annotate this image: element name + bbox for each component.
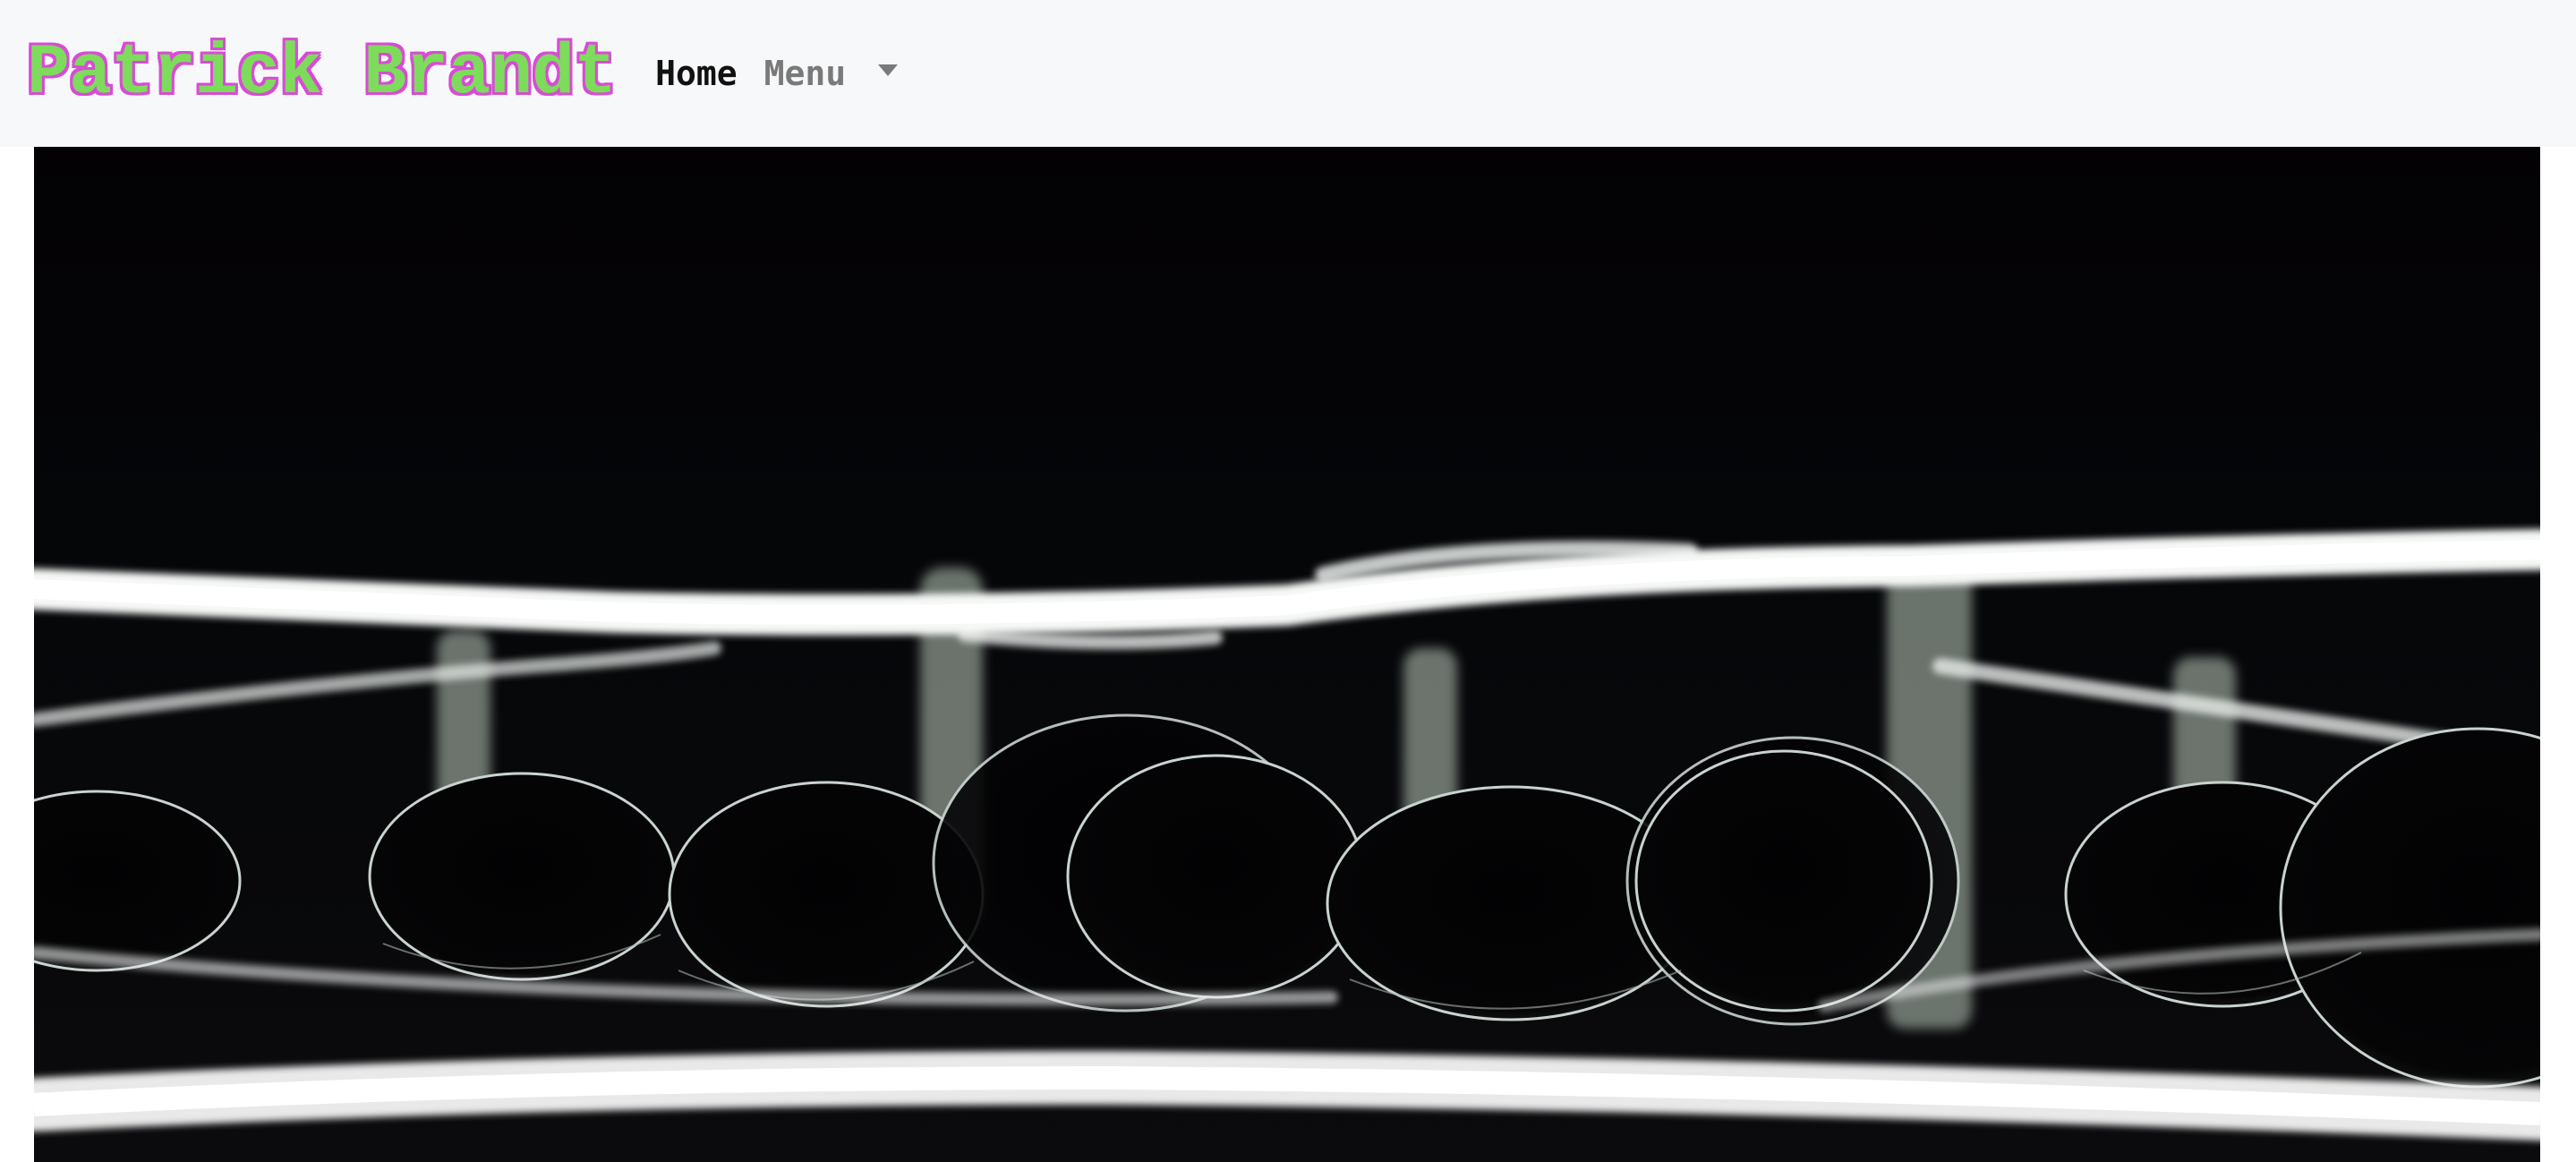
navbar: Patrick Brandt Home Menu (0, 0, 2576, 147)
hero-image (34, 147, 2540, 1162)
chevron-down-icon (878, 64, 899, 76)
nav-menu-label: Menu (763, 54, 847, 93)
nav-links: Home Menu (655, 54, 899, 93)
brand-logo-link[interactable]: Patrick Brandt (27, 33, 617, 115)
nav-home-link[interactable]: Home (655, 54, 738, 93)
hero-photo-droplets (34, 147, 2540, 1162)
nav-menu-dropdown[interactable]: Menu (764, 54, 899, 93)
